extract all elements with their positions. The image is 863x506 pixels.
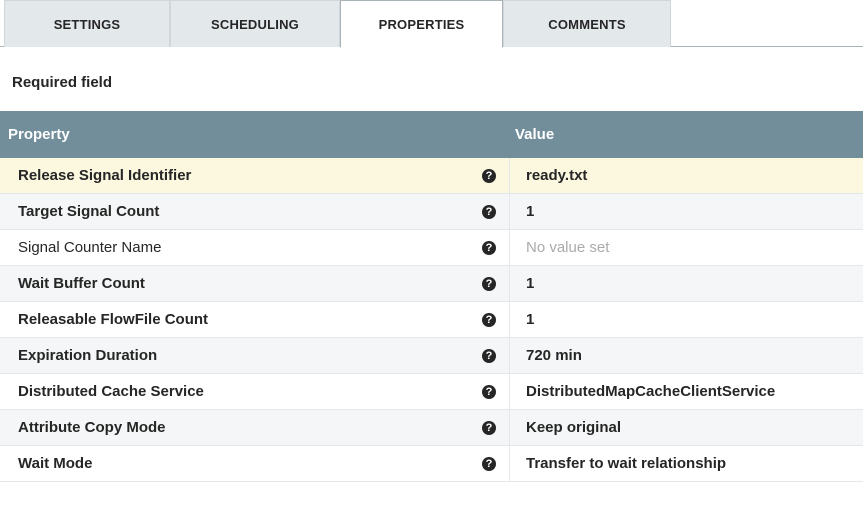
column-divider: [509, 410, 510, 446]
table-row[interactable]: Signal Counter Name ? No value set: [0, 230, 863, 266]
table-row[interactable]: Releasable FlowFile Count ? 1: [0, 302, 863, 338]
question-circle-icon[interactable]: ?: [482, 205, 496, 219]
property-name: Target Signal Count: [18, 203, 160, 220]
table-row[interactable]: Wait Mode ? Transfer to wait relationshi…: [0, 446, 863, 482]
property-name: Expiration Duration: [18, 347, 158, 364]
column-divider: [509, 374, 510, 410]
property-name: Wait Buffer Count: [18, 275, 145, 292]
tab-properties[interactable]: PROPERTIES: [340, 0, 503, 48]
column-divider: [509, 446, 510, 482]
column-divider: [509, 158, 510, 194]
property-name: Attribute Copy Mode: [18, 419, 166, 436]
property-name: Wait Mode: [18, 455, 93, 472]
question-circle-icon[interactable]: ?: [482, 313, 496, 327]
tab-bar: SETTINGS SCHEDULING PROPERTIES COMMENTS: [0, 0, 863, 48]
property-name: Distributed Cache Service: [18, 383, 204, 400]
property-value[interactable]: 1: [526, 266, 534, 302]
property-value[interactable]: 1: [526, 302, 534, 338]
table-row[interactable]: Expiration Duration ? 720 min: [0, 338, 863, 374]
column-divider: [509, 194, 510, 230]
header-value: Value: [515, 126, 555, 143]
property-value[interactable]: 720 min: [526, 338, 582, 374]
property-value[interactable]: Transfer to wait relationship: [526, 446, 726, 482]
property-value[interactable]: ready.txt: [526, 158, 587, 194]
property-value[interactable]: Keep original: [526, 410, 621, 446]
header-property: Property: [8, 126, 70, 143]
property-name: Release Signal Identifier: [18, 167, 192, 184]
question-circle-icon[interactable]: ?: [482, 241, 496, 255]
column-divider: [509, 338, 510, 374]
column-divider: [509, 230, 510, 266]
property-value[interactable]: 1: [526, 194, 534, 230]
column-divider: [509, 266, 510, 302]
required-field-label: Required field: [12, 74, 113, 91]
column-divider: [509, 302, 510, 338]
table-row[interactable]: Wait Buffer Count ? 1: [0, 266, 863, 302]
question-circle-icon[interactable]: ?: [482, 277, 496, 291]
tab-scheduling[interactable]: SCHEDULING: [170, 0, 340, 47]
table-row[interactable]: Release Signal Identifier ? ready.txt: [0, 158, 863, 194]
question-circle-icon[interactable]: ?: [482, 385, 496, 399]
question-circle-icon[interactable]: ?: [482, 349, 496, 363]
property-name: Signal Counter Name: [18, 239, 162, 256]
properties-table: Property Value Release Signal Identifier…: [0, 111, 863, 482]
table-header: Property Value: [0, 111, 863, 158]
tab-settings[interactable]: SETTINGS: [4, 0, 170, 47]
property-name: Releasable FlowFile Count: [18, 311, 209, 328]
property-value[interactable]: DistributedMapCacheClientService: [526, 374, 775, 410]
property-value[interactable]: No value set: [526, 230, 609, 266]
table-row[interactable]: Target Signal Count ? 1: [0, 194, 863, 230]
table-row[interactable]: Attribute Copy Mode ? Keep original: [0, 410, 863, 446]
tab-comments[interactable]: COMMENTS: [503, 0, 671, 47]
question-circle-icon[interactable]: ?: [482, 169, 496, 183]
question-circle-icon[interactable]: ?: [482, 421, 496, 435]
question-circle-icon[interactable]: ?: [482, 457, 496, 471]
table-row[interactable]: Distributed Cache Service ? DistributedM…: [0, 374, 863, 410]
